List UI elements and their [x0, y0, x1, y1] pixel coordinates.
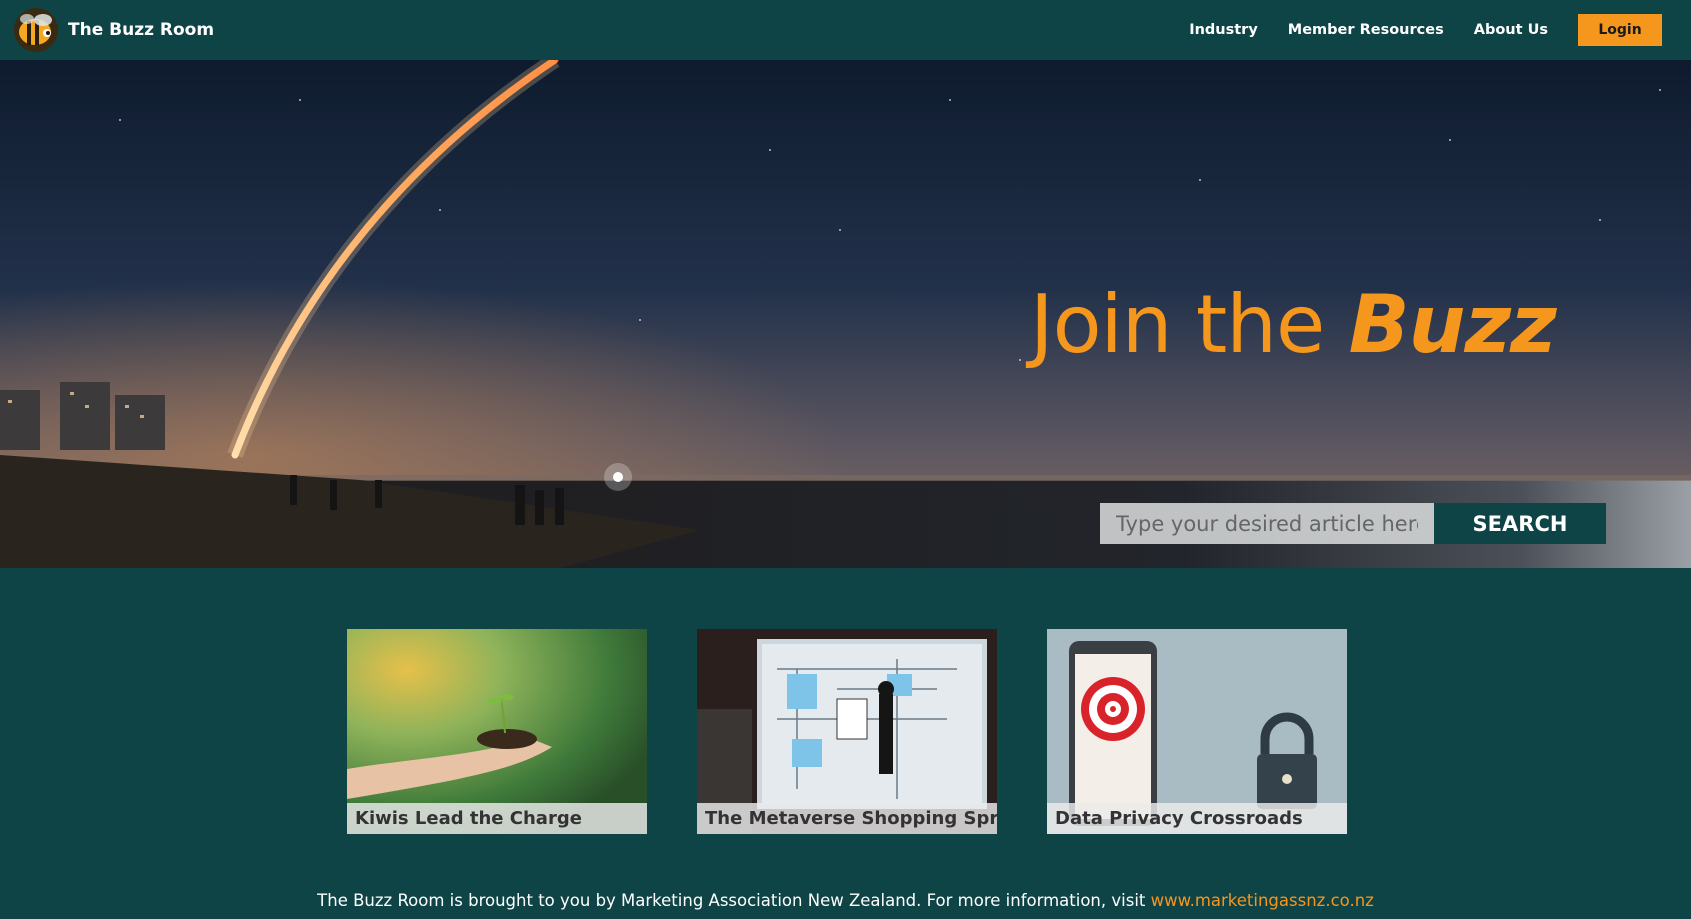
search-button[interactable]: SEARCH: [1434, 503, 1606, 544]
card-title[interactable]: The Metaverse Shopping Spree: [697, 803, 997, 834]
article-cards: Kiwis Lead the Charge The Metaverse Shop…: [347, 629, 1397, 834]
bee-logo-icon[interactable]: [12, 6, 60, 54]
nav-link-industry[interactable]: Industry: [1189, 22, 1258, 38]
search-input[interactable]: [1100, 503, 1434, 544]
brand-name[interactable]: The Buzz Room: [68, 20, 214, 40]
nav-link-about-us[interactable]: About Us: [1474, 22, 1548, 38]
article-card-kiwis[interactable]: Kiwis Lead the Charge: [347, 629, 647, 834]
hero-banner: Join the Buzz SEARCH: [0, 60, 1691, 568]
footer: The Buzz Room is brought to you by Marke…: [0, 891, 1691, 910]
login-button[interactable]: Login: [1578, 14, 1662, 46]
hero-title: Join the Buzz: [1030, 278, 1557, 371]
top-navbar: The Buzz Room Industry Member Resources …: [0, 0, 1691, 60]
article-card-data-privacy[interactable]: Data Privacy Crossroads: [1047, 629, 1347, 834]
brand[interactable]: The Buzz Room: [12, 6, 214, 54]
footer-text: The Buzz Room is brought to you by Marke…: [317, 891, 1151, 910]
footer-link[interactable]: www.marketingassnz.co.nz: [1151, 891, 1374, 910]
card-title[interactable]: Kiwis Lead the Charge: [347, 803, 647, 834]
card-title[interactable]: Data Privacy Crossroads: [1047, 803, 1347, 834]
article-search: SEARCH: [1100, 503, 1606, 544]
nav-link-member-resources[interactable]: Member Resources: [1288, 22, 1444, 38]
nav-links: Industry Member Resources About Us Login: [1189, 14, 1691, 46]
hero-title-emphasis: Buzz: [1348, 278, 1557, 371]
article-card-metaverse[interactable]: The Metaverse Shopping Spree: [697, 629, 997, 834]
hero-title-regular: Join the: [1030, 278, 1349, 371]
